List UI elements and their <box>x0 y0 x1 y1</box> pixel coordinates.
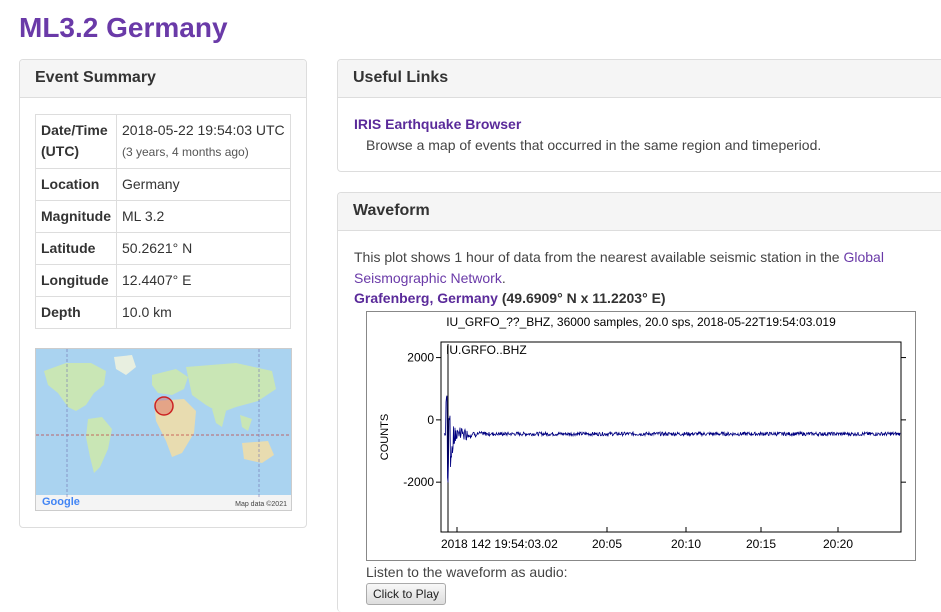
listen-label: Listen to the waveform as audio: <box>366 564 568 580</box>
iris-browser-link[interactable]: IRIS Earthquake Browser <box>354 116 521 132</box>
trace-label: IU.GRFO..BHZ <box>446 343 527 357</box>
y-axis-label: COUNTS <box>379 414 391 460</box>
chart-title: IU_GRFO_??_BHZ, 36000 samples, 20.0 sps,… <box>446 315 836 329</box>
waveform-panel: Waveform This plot shows 1 hour of data … <box>337 192 941 612</box>
axis-ticks: 2000 0 -2000 2018 142 19:54:03.02 20:05 20:10… <box>403 351 906 551</box>
waveform-description-text: This plot shows 1 hour of data from the … <box>354 249 844 265</box>
useful-links-heading: Useful Links <box>338 60 941 98</box>
table-row: Depth 10.0 km <box>35 296 291 329</box>
iris-browser-description: Browse a map of events that occurred in … <box>366 137 822 153</box>
x-tick-label: 20:15 <box>746 537 776 551</box>
datetime-ago: (3 years, 4 months ago) <box>122 145 249 159</box>
x-tick-label: 20:10 <box>671 537 701 551</box>
event-summary-table: Date/Time (UTC) 2018-05-22 19:54:03 UTC … <box>35 114 291 329</box>
event-map[interactable]: Google Map data ©2021 <box>35 348 292 511</box>
y-tick-label: 0 <box>427 413 434 427</box>
event-marker-icon[interactable] <box>154 396 174 416</box>
station-name: Grafenberg, Germany <box>354 290 498 306</box>
map-credit: Map data ©2021 <box>235 501 287 508</box>
row-key-datetime: Date/Time (UTC) <box>35 114 117 169</box>
seismogram-plot: IU_GRFO_??_BHZ, 36000 samples, 20.0 sps,… <box>366 311 916 561</box>
row-value-depth: 10.0 km <box>116 296 291 329</box>
row-value-magnitude: ML 3.2 <box>116 200 291 233</box>
play-audio-button[interactable]: Click to Play <box>366 583 447 605</box>
station-coords: (49.6909° N x 11.2203° E) <box>501 290 666 306</box>
seismogram-chart: IU_GRFO_??_BHZ, 36000 samples, 20.0 sps,… <box>379 315 906 551</box>
useful-links-panel: Useful Links IRIS Earthquake Browser Bro… <box>337 59 941 172</box>
waveform-description-end: . <box>501 270 506 286</box>
plot-frame <box>440 341 902 533</box>
x-tick-label: 2018 142 19:54:03.02 <box>441 537 558 551</box>
table-row: Date/Time (UTC) 2018-05-22 19:54:03 UTC … <box>35 114 291 169</box>
row-key-latitude: Latitude <box>35 232 117 265</box>
row-value-location: Germany <box>116 168 291 201</box>
datetime-value: 2018-05-22 19:54:03 UTC <box>122 122 285 138</box>
waveform-trace <box>443 344 901 532</box>
row-key-magnitude: Magnitude <box>35 200 117 233</box>
row-value-datetime: 2018-05-22 19:54:03 UTC (3 years, 4 mont… <box>116 114 291 169</box>
google-logo: Google <box>42 496 80 508</box>
y-tick-label: 2000 <box>407 351 434 365</box>
world-map-image <box>36 349 291 510</box>
row-key-location: Location <box>35 168 117 201</box>
table-row: Latitude 50.2621° N <box>35 232 291 265</box>
page-title: ML3.2 Germany <box>19 12 228 43</box>
row-key-longitude: Longitude <box>35 264 117 297</box>
row-value-longitude: 12.4407° E <box>116 264 291 297</box>
row-value-latitude: 50.2621° N <box>116 232 291 265</box>
waveform-heading: Waveform <box>338 193 941 231</box>
waveform-description: This plot shows 1 hour of data from the … <box>354 247 914 289</box>
waveform-line <box>443 395 901 483</box>
x-tick-label: 20:05 <box>592 537 622 551</box>
row-key-depth: Depth <box>35 296 117 329</box>
y-tick-label: -2000 <box>403 475 434 489</box>
event-summary-panel: Event Summary Date/Time (UTC) 2018-05-22… <box>19 59 307 528</box>
x-tick-label: 20:20 <box>823 537 853 551</box>
table-row: Magnitude ML 3.2 <box>35 200 291 233</box>
table-row: Longitude 12.4407° E <box>35 264 291 297</box>
station-info: Grafenberg, Germany (49.6909° N x 11.220… <box>354 290 666 306</box>
event-summary-heading: Event Summary <box>20 60 306 98</box>
table-row: Location Germany <box>35 168 291 201</box>
